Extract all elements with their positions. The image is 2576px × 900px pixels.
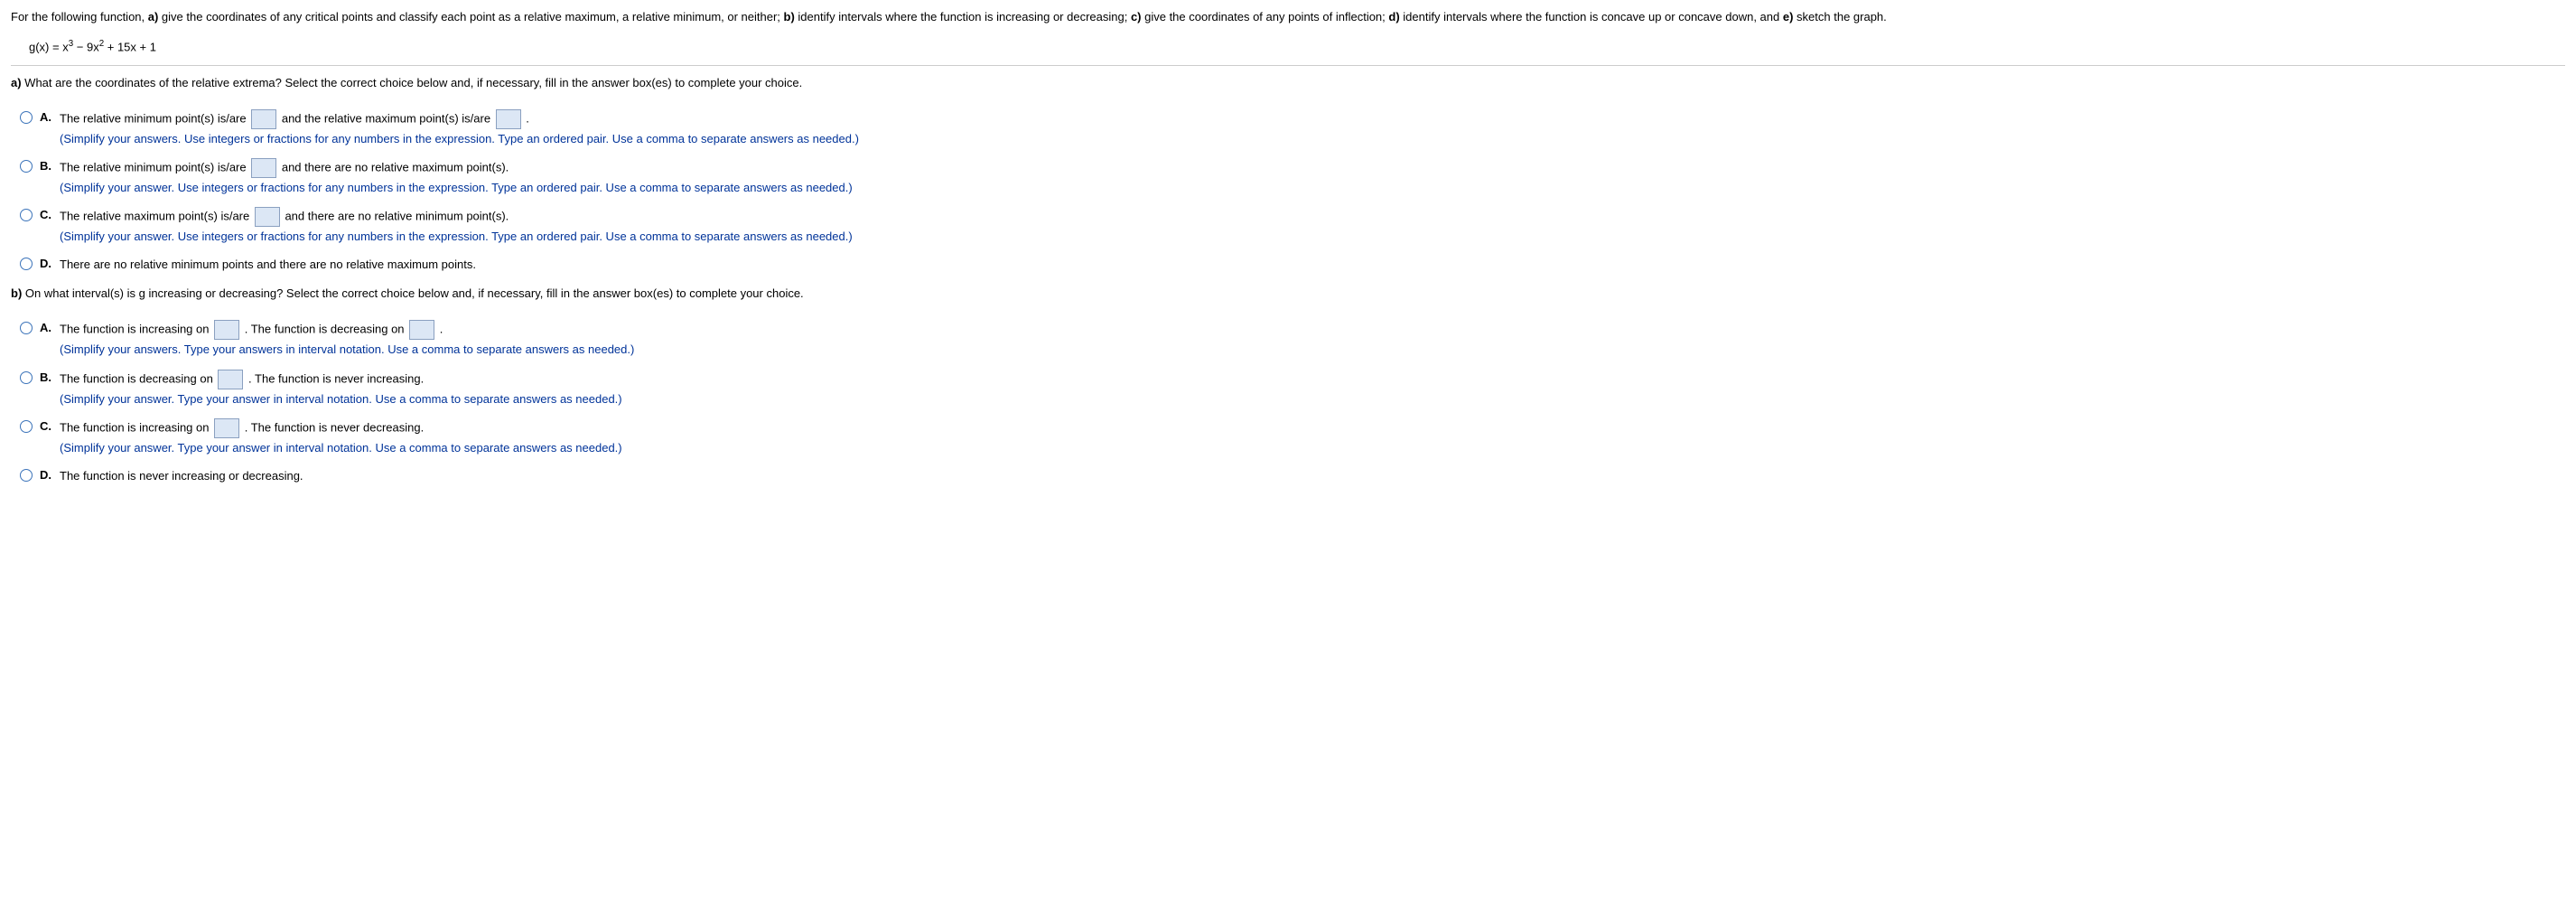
choice-hint: (Simplify your answers. Type your answer… [60, 342, 2565, 358]
radio-b-C[interactable] [20, 420, 33, 433]
choice-text: The function is increasing on [60, 323, 212, 336]
choice-hint: (Simplify your answer. Type your answer … [60, 391, 2565, 408]
choice-letter: B. [40, 370, 54, 386]
choice-letter: D. [40, 467, 54, 483]
divider [11, 65, 2565, 66]
answer-input-b-B-dec[interactable] [218, 370, 243, 389]
choice-b-C: C. The function is increasing on . The f… [20, 418, 2565, 456]
choice-letter: C. [40, 418, 54, 435]
answer-input-a-C-max[interactable] [255, 207, 280, 227]
intro-prefix: For the following function, [11, 10, 148, 23]
part-e-label: e) [1783, 10, 1794, 23]
question-b: b) On what interval(s) is g increasing o… [11, 286, 2565, 302]
choice-text: and there are no relative minimum point(… [282, 210, 509, 223]
choice-text: . The function is never decreasing. [241, 420, 424, 434]
part-c-label: c) [1131, 10, 1142, 23]
radio-a-A[interactable] [20, 111, 33, 124]
answer-input-a-B-min[interactable] [251, 158, 276, 178]
choice-letter: B. [40, 158, 54, 174]
choice-text: The function is decreasing on [60, 371, 216, 385]
part-d-label: d) [1388, 10, 1399, 23]
intro-b: identify intervals where the function is… [795, 10, 1131, 23]
choice-text: and the relative maximum point(s) is/are [278, 111, 493, 125]
choice-text: . The function is decreasing on [241, 323, 407, 336]
question-b-text: On what interval(s) is g increasing or d… [22, 286, 803, 300]
function-expression: g(x) = x3 − 9x2 + 15x + 1 [29, 38, 2565, 56]
radio-b-A[interactable] [20, 322, 33, 334]
choice-text: and there are no relative maximum point(… [278, 161, 509, 174]
problem-intro: For the following function, a) give the … [11, 9, 2565, 25]
radio-b-D[interactable] [20, 469, 33, 482]
choice-text: The function is increasing on [60, 420, 212, 434]
choice-hint: (Simplify your answer. Use integers or f… [60, 229, 2565, 245]
answer-input-a-A-max[interactable] [496, 109, 521, 129]
choice-text: There are no relative minimum points and… [60, 256, 2565, 275]
intro-d: identify intervals where the function is… [1400, 10, 1783, 23]
choice-hint: (Simplify your answers. Use integers or … [60, 131, 2565, 147]
choice-text: The relative minimum point(s) is/are [60, 161, 249, 174]
answer-input-b-C-inc[interactable] [214, 418, 239, 438]
answer-input-b-A-inc[interactable] [214, 320, 239, 340]
choice-b-A: A. The function is increasing on . The f… [20, 320, 2565, 358]
part-a-label: a) [148, 10, 159, 23]
choice-hint: (Simplify your answer. Use integers or f… [60, 180, 2565, 196]
choice-letter: D. [40, 256, 54, 272]
answer-input-b-A-dec[interactable] [409, 320, 434, 340]
intro-e: sketch the graph. [1793, 10, 1886, 23]
intro-a: give the coordinates of any critical poi… [158, 10, 783, 23]
choice-hint: (Simplify your answer. Type your answer … [60, 440, 2565, 456]
choice-text: The relative minimum point(s) is/are [60, 111, 249, 125]
answer-input-a-A-min[interactable] [251, 109, 276, 129]
radio-a-D[interactable] [20, 258, 33, 270]
radio-a-B[interactable] [20, 160, 33, 173]
choice-text: . [523, 111, 529, 125]
choice-letter: A. [40, 320, 54, 336]
choice-b-D: D. The function is never increasing or d… [20, 467, 2565, 486]
radio-b-B[interactable] [20, 371, 33, 384]
part-b-label: b) [784, 10, 795, 23]
choice-b-B: B. The function is decreasing on . The f… [20, 370, 2565, 408]
choice-a-B: B. The relative minimum point(s) is/are … [20, 158, 2565, 196]
question-a: a) What are the coordinates of the relat… [11, 75, 2565, 91]
choice-a-D: D. There are no relative minimum points … [20, 256, 2565, 275]
choice-text: . [436, 323, 443, 336]
question-a-label: a) [11, 76, 22, 89]
choice-a-A: A. The relative minimum point(s) is/are … [20, 109, 2565, 147]
intro-c: give the coordinates of any points of in… [1142, 10, 1389, 23]
choice-text: . The function is never increasing. [245, 371, 424, 385]
choice-a-C: C. The relative maximum point(s) is/are … [20, 207, 2565, 245]
choice-text: The function is never increasing or decr… [60, 467, 2565, 486]
question-b-label: b) [11, 286, 22, 300]
radio-a-C[interactable] [20, 209, 33, 221]
choice-text: The relative maximum point(s) is/are [60, 210, 253, 223]
choice-letter: C. [40, 207, 54, 223]
question-a-text: What are the coordinates of the relative… [22, 76, 803, 89]
choice-letter: A. [40, 109, 54, 126]
